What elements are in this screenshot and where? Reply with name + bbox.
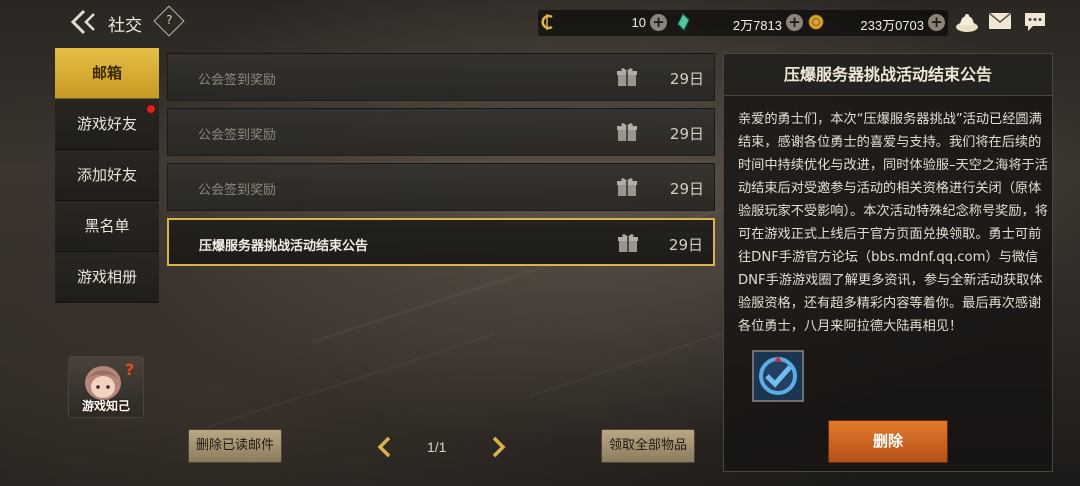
prev-page-icon[interactable] [377, 436, 391, 458]
gift-icon [617, 123, 637, 141]
mail-date: 29日 [669, 125, 704, 143]
page-indicator: 1/1 [427, 439, 447, 455]
mail-detail-body: 亲爱的勇士们，本次“压爆服务器挑战”活动已经圆满结束，感谢各位勇士的喜爱与支持。… [738, 112, 1048, 334]
currency-c-value: 10 [631, 15, 646, 30]
helper-label: 游戏知己 [81, 399, 130, 413]
mail-date: 29日 [668, 236, 703, 254]
mail-envelope-icon[interactable] [988, 11, 1012, 31]
add-gold-button[interactable]: + [928, 14, 945, 31]
crystal-icon [677, 13, 690, 31]
delete-mail-button[interactable]: 删除 [828, 420, 948, 463]
social-nav: 邮箱 游戏好友 添加好友 黑名单 游戏相册 [55, 48, 159, 303]
nav-label: 游戏好友 [76, 115, 137, 133]
mail-row[interactable]: 公会签到奖励 29日 [167, 53, 715, 101]
nav-label: 黑名单 [84, 217, 130, 235]
gold-icon [808, 14, 824, 30]
mail-title: 公会签到奖励 [198, 73, 277, 88]
nav-label: 邮箱 [91, 64, 122, 82]
help-button[interactable]: ? [153, 5, 185, 37]
mail-row[interactable]: 公会签到奖励 29日 [167, 163, 715, 211]
svg-text:?: ? [125, 360, 134, 379]
back-arrow-icon [70, 9, 95, 35]
game-helper-button[interactable]: ? 游戏知己 [68, 356, 144, 418]
mail-detail-panel: 压爆服务器挑战活动结束公告 亲爱的勇士们，本次“压爆服务器挑战”活动已经圆满结束… [723, 53, 1053, 472]
currency-crystal-value: 2万7813 [732, 18, 782, 33]
page-title: 社交 [108, 16, 142, 36]
mail-list: 公会签到奖励 29日 公会签到奖励 29日 公会签到奖励 29日 压爆服务器挑战… [167, 53, 715, 273]
delete-read-mail-button[interactable]: 删除已读邮件 [188, 429, 282, 463]
reward-item-slot[interactable] [752, 350, 804, 402]
nav-item-album[interactable]: 游戏相册 [55, 252, 159, 303]
back-button[interactable] [70, 8, 100, 36]
chat-bubble-icon[interactable] [1023, 11, 1047, 33]
add-currency-c-button[interactable]: + [650, 14, 667, 31]
nav-item-game-friends[interactable]: 游戏好友 [55, 99, 159, 150]
mail-detail-title: 压爆服务器挑战活动结束公告 [724, 54, 1052, 96]
nav-item-blacklist[interactable]: 黑名单 [55, 201, 159, 252]
next-page-icon[interactable] [492, 436, 506, 458]
claim-all-button[interactable]: 领取全部物品 [601, 429, 695, 463]
currency-gold-value: 233万0703 [860, 18, 924, 33]
coin-c-icon [541, 14, 553, 30]
add-crystal-button[interactable]: + [786, 14, 803, 31]
gift-icon [617, 178, 637, 196]
notification-dot [146, 104, 156, 114]
mail-title: 公会签到奖励 [198, 183, 277, 198]
gift-icon [617, 68, 637, 86]
mail-title: 公会签到奖励 [198, 128, 277, 143]
help-icon: ? [166, 13, 173, 28]
nav-item-add-friend[interactable]: 添加好友 [55, 150, 159, 201]
nav-item-mailbox[interactable]: 邮箱 [55, 48, 159, 99]
mail-row-selected[interactable]: 压爆服务器挑战活动结束公告 29日 [167, 218, 715, 266]
shop-icon[interactable] [955, 11, 979, 33]
mail-row[interactable]: 公会签到奖励 29日 [167, 108, 715, 156]
nav-label: 添加好友 [76, 166, 137, 184]
mail-title: 压爆服务器挑战活动结束公告 [199, 239, 369, 254]
mail-date: 29日 [669, 70, 704, 88]
top-bar: 社交 ? 10 + 2万7813 + 233万0703 + [0, 0, 1080, 44]
gift-icon [618, 234, 638, 252]
mail-date: 29日 [669, 180, 704, 198]
title-reward-badge-icon [754, 352, 802, 400]
nav-label: 游戏相册 [76, 268, 137, 286]
